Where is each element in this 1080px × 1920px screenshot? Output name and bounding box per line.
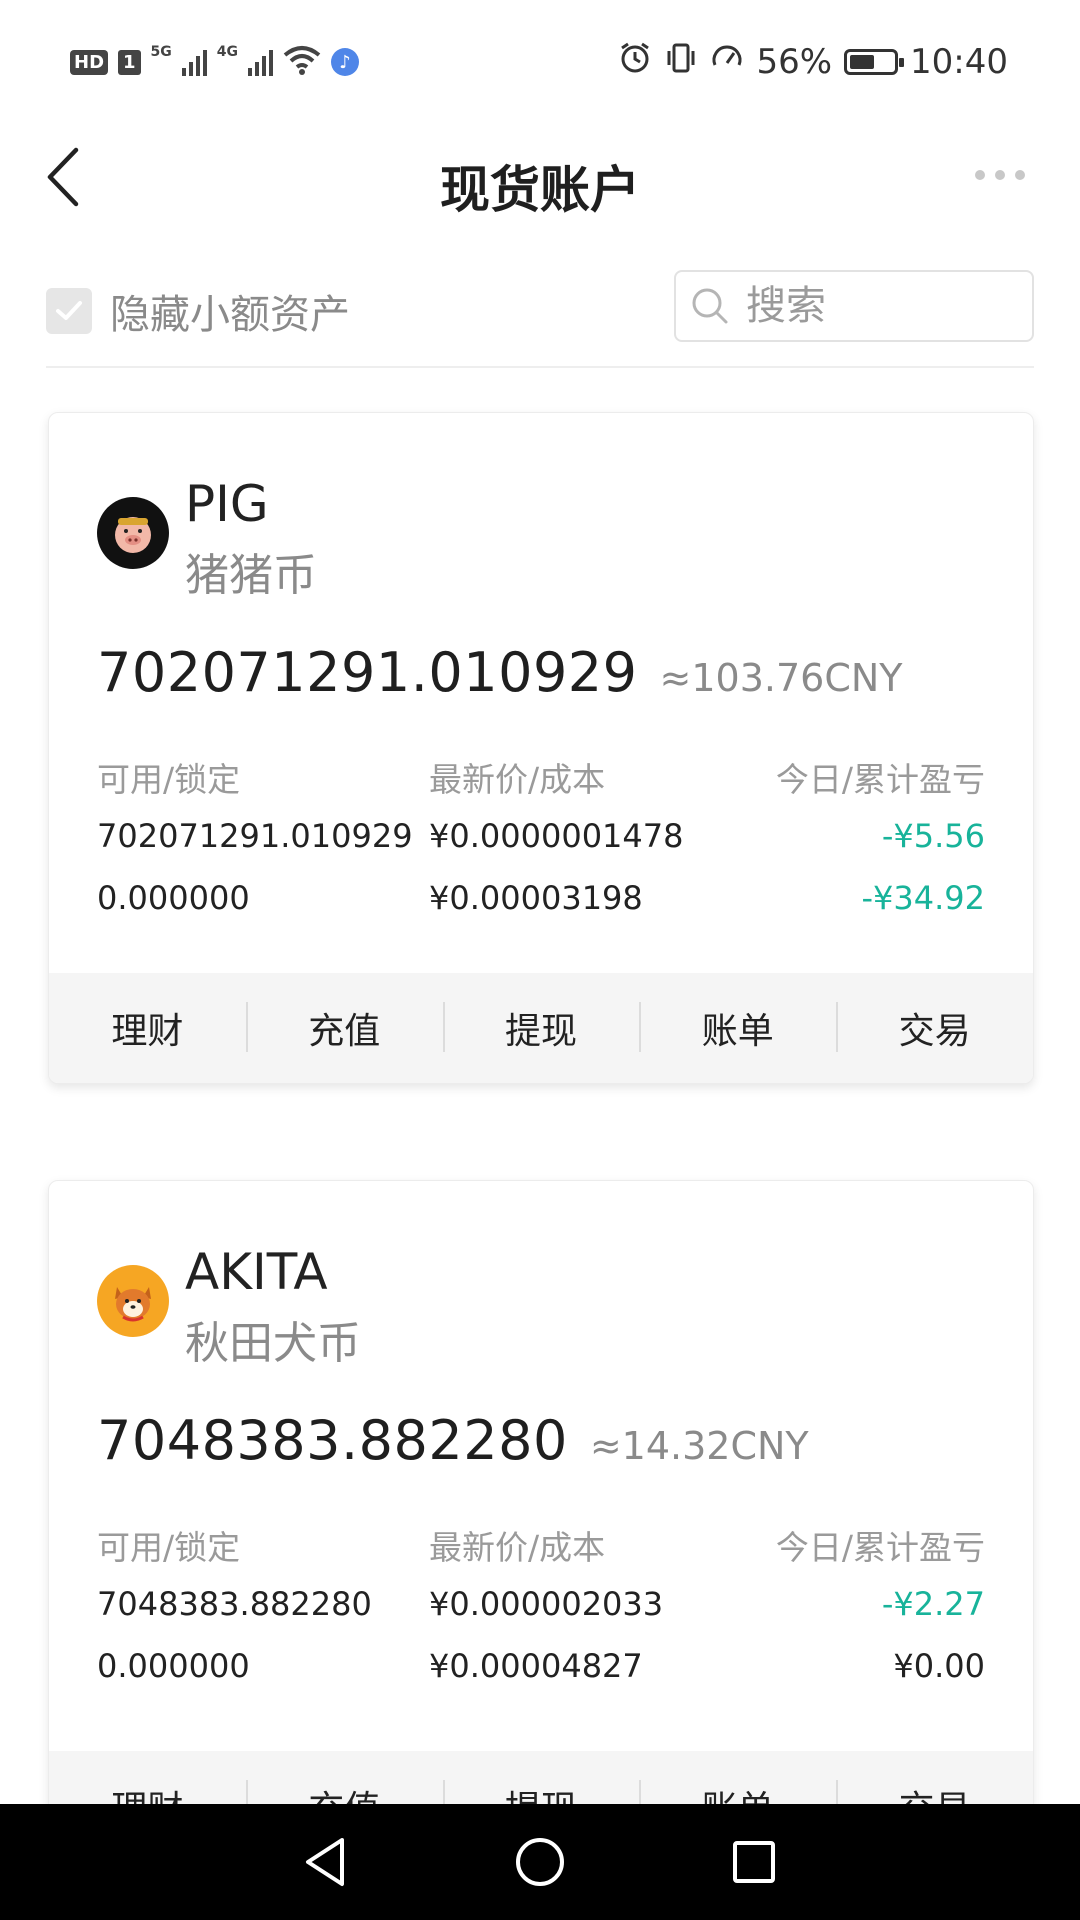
search-icon — [692, 288, 728, 324]
table-header: 可用/锁定 最新价/成本 今日/累计盈亏 — [97, 753, 985, 817]
more-dot — [1015, 170, 1025, 180]
approx-cny: ≈103.76CNY — [659, 656, 903, 700]
vibrate-icon — [664, 41, 698, 84]
alarm-icon — [618, 41, 652, 84]
bill-button[interactable]: 账单 — [639, 1002, 836, 1054]
network-5g-label: 5G — [150, 44, 172, 60]
check-icon — [56, 301, 82, 320]
asset-card-akita: AKITA 秋田犬币 7048383.882280 ≈14.32CNY 可用/锁… — [48, 1180, 1034, 1862]
table-header: 可用/锁定 最新价/成本 今日/累计盈亏 — [97, 1521, 985, 1585]
more-dots-icon — [975, 170, 985, 180]
status-bar: HD 1 5G 4G ♪ 56% 10:40 — [0, 0, 1080, 120]
coin-name: 秋田犬币 — [185, 1318, 361, 1369]
latest-price-value: ¥0.000002033 — [429, 1585, 664, 1623]
search-input[interactable] — [744, 282, 1008, 330]
clock: 10:40 — [910, 42, 1008, 82]
cost-value: ¥0.00004827 — [429, 1647, 643, 1685]
header-price-cost: 最新价/成本 — [429, 760, 606, 799]
music-app-icon: ♪ — [331, 48, 360, 76]
asset-table: 可用/锁定 最新价/成本 今日/累计盈亏 7048383.882280 ¥0.0… — [97, 1521, 985, 1709]
akita-coin-icon — [97, 1265, 169, 1337]
pig-coin-icon — [97, 497, 169, 569]
battery-percent: 56% — [756, 42, 833, 82]
coin-symbol: AKITA — [185, 1243, 328, 1301]
trade-button[interactable]: 交易 — [836, 1002, 1033, 1054]
wealth-button[interactable]: 理财 — [49, 1002, 246, 1054]
table-row: 7048383.882280 ¥0.000002033 -¥2.27 — [97, 1585, 985, 1647]
hd-icon: HD — [70, 49, 109, 75]
header-available-locked: 可用/锁定 — [97, 1528, 241, 1567]
asset-table: 可用/锁定 最新价/成本 今日/累计盈亏 702071291.010929 ¥0… — [97, 753, 985, 941]
filter-row: 隐藏小额资产 — [46, 270, 1034, 368]
header-pnl: 今日/累计盈亏 — [775, 1528, 985, 1567]
battery-fill — [850, 55, 874, 69]
search-box[interactable] — [674, 270, 1034, 342]
today-pnl-value: -¥2.27 — [881, 1585, 985, 1623]
table-row: 702071291.010929 ¥0.0000001478 -¥5.56 — [97, 817, 985, 879]
status-left: HD 1 5G 4G ♪ — [70, 42, 360, 82]
circle-home-icon — [516, 1838, 564, 1886]
coin-symbol: PIG — [185, 475, 269, 533]
hide-small-assets-toggle[interactable]: 隐藏小额资产 — [46, 282, 350, 340]
locked-value: 0.000000 — [97, 879, 250, 917]
nav-recents-button[interactable] — [722, 1830, 786, 1894]
withdraw-button[interactable]: 提现 — [442, 1002, 640, 1054]
amount-row: 7048383.882280 ≈14.32CNY — [97, 1409, 809, 1472]
approx-cny: ≈14.32CNY — [589, 1424, 809, 1468]
signal-1-icon — [181, 48, 207, 76]
available-value: 7048383.882280 — [97, 1585, 372, 1623]
header-pnl: 今日/累计盈亏 — [775, 760, 985, 799]
triangle-back-icon — [306, 1838, 344, 1886]
system-nav-bar — [0, 1804, 1080, 1920]
more-button[interactable] — [960, 160, 1040, 190]
total-pnl-value: -¥34.92 — [861, 879, 985, 917]
sim-icon: 1 — [118, 49, 141, 75]
cost-value: ¥0.00003198 — [429, 879, 643, 917]
total-pnl-value: ¥0.00 — [893, 1647, 985, 1685]
page-title: 现货账户 — [440, 161, 640, 219]
status-right: 56% 10:40 — [618, 38, 1008, 86]
latest-price-value: ¥0.0000001478 — [429, 817, 684, 855]
today-pnl-value: -¥5.56 — [881, 817, 985, 855]
app-header: 现货账户 — [0, 120, 1080, 240]
network-4g-label: 4G — [216, 44, 239, 60]
more-dot — [995, 170, 1005, 180]
nav-home-button[interactable] — [508, 1830, 572, 1894]
total-amount: 702071291.010929 — [97, 641, 638, 704]
locked-value: 0.000000 — [97, 1647, 250, 1685]
header-available-locked: 可用/锁定 — [97, 760, 241, 799]
amount-row: 702071291.010929 ≈103.76CNY — [97, 641, 903, 704]
header-price-cost: 最新价/成本 — [429, 1528, 606, 1567]
action-bar: 理财 充值 提现 账单 交易 — [49, 973, 1033, 1083]
table-row: 0.000000 ¥0.00004827 ¥0.00 — [97, 1647, 985, 1709]
wifi-icon — [283, 45, 321, 79]
deposit-button[interactable]: 充值 — [245, 1002, 443, 1054]
hide-small-label: 隐藏小额资产 — [110, 292, 350, 338]
battery-icon — [844, 49, 905, 75]
nav-back-button[interactable] — [294, 1830, 358, 1894]
available-value: 702071291.010929 — [97, 817, 413, 855]
coin-name: 猪猪币 — [185, 550, 317, 601]
hide-small-checkbox[interactable] — [46, 288, 92, 334]
total-amount: 7048383.882280 — [97, 1409, 568, 1472]
speed-icon — [710, 41, 744, 84]
square-recents-icon — [733, 1841, 775, 1883]
asset-card-pig: PIG 猪猪币 702071291.010929 ≈103.76CNY 可用/锁… — [48, 412, 1034, 1084]
signal-2-icon — [248, 48, 274, 76]
table-row: 0.000000 ¥0.00003198 -¥34.92 — [97, 879, 985, 941]
